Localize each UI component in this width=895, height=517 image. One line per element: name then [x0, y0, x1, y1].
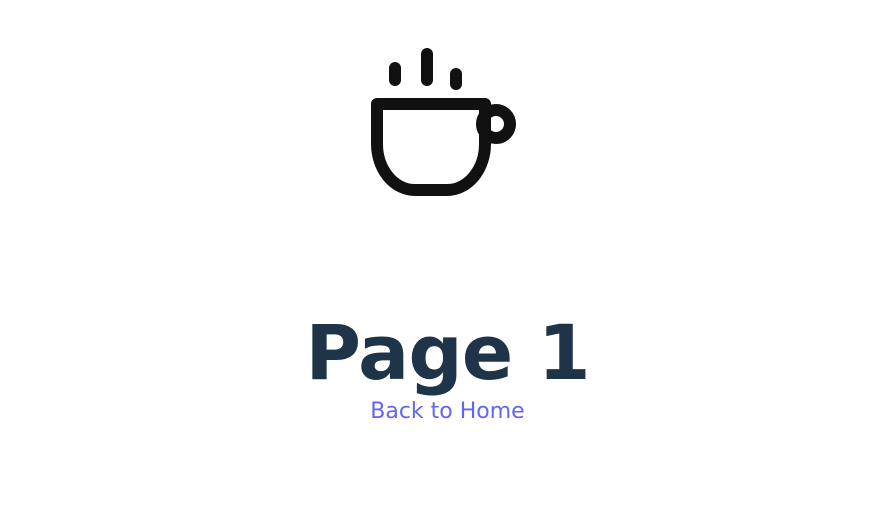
coffee-cup-icon	[365, 42, 519, 202]
cup-body	[371, 98, 491, 196]
cup-handle	[476, 104, 516, 144]
page-title: Page 1	[305, 307, 590, 397]
back-to-home-link[interactable]: Back to Home	[0, 396, 895, 428]
page-container: Page 1 Back to Home	[0, 0, 895, 517]
